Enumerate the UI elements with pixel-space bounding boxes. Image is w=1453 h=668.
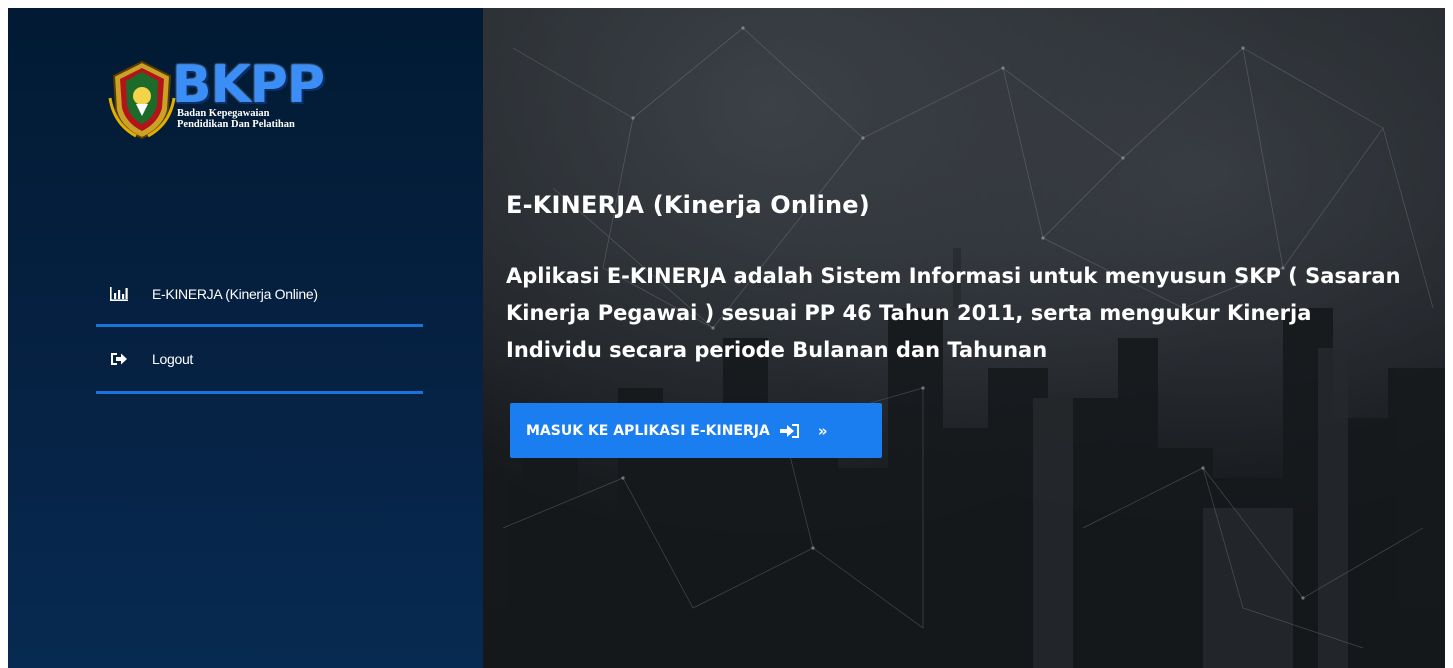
bar-chart-icon	[110, 286, 128, 301]
sidebar: BKPP Badan Kepegawaian Pendidikan Dan Pe…	[8, 8, 483, 668]
hero-description: Aplikasi E-KINERJA adalah Sistem Informa…	[506, 264, 1401, 362]
sidebar-nav: E-KINERJA (Kinerja Online) Logout	[96, 263, 423, 394]
enter-app-button-label: MASUK KE APLIKASI E-KINERJA	[526, 422, 770, 439]
app-frame: BKPP Badan Kepegawaian Pendidikan Dan Pe…	[8, 8, 1445, 668]
sidebar-item-logout[interactable]: Logout	[96, 327, 423, 394]
enter-app-button[interactable]: MASUK KE APLIKASI E-KINERJA »	[510, 403, 882, 458]
bkpp-logo[interactable]: BKPP Badan Kepegawaian Pendidikan Dan Pe…	[106, 58, 351, 153]
sidebar-item-e-kinerja[interactable]: E-KINERJA (Kinerja Online)	[96, 263, 423, 327]
sidebar-item-label: E-KINERJA (Kinerja Online)	[152, 285, 318, 302]
sign-in-icon	[779, 423, 799, 438]
logo-subtitle: Badan Kepegawaian Pendidikan Dan Pelatih…	[177, 108, 357, 130]
hero-title: E-KINERJA (Kinerja Online)	[506, 191, 870, 219]
hero-section: E-KINERJA (Kinerja Online) Aplikasi E-KI…	[483, 8, 1445, 668]
logo-subtitle-line1: Badan Kepegawaian	[177, 108, 270, 119]
logo-subtitle-line2: Pendidikan Dan Pelatihan	[177, 119, 295, 130]
chevron-right-icon: »	[817, 421, 828, 440]
sidebar-item-label: Logout	[152, 351, 194, 367]
emblem-icon	[108, 60, 176, 140]
logo-title: BKPP	[172, 55, 325, 115]
sign-out-icon	[111, 353, 127, 365]
